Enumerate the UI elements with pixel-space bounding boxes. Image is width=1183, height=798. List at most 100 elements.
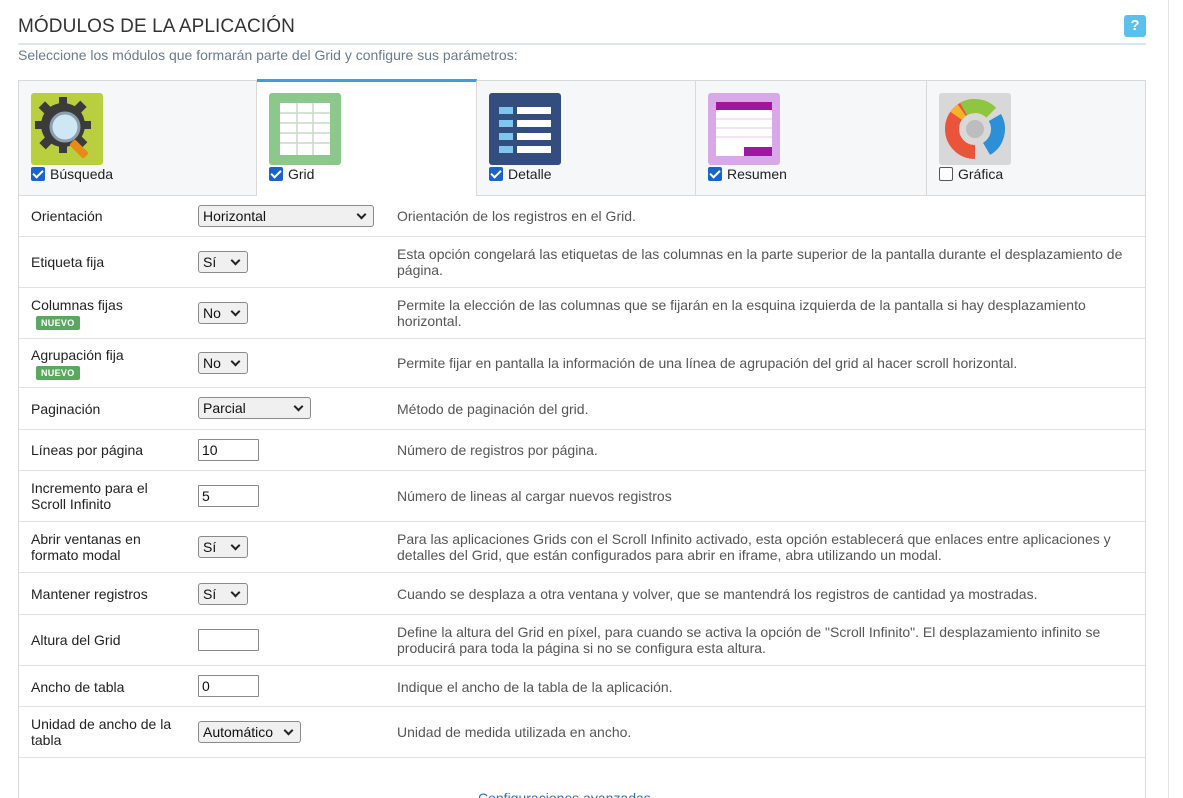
setting-description: Cuando se desplaza a otra ventana y volv…: [397, 586, 1038, 602]
lines-per-page-input[interactable]: 10: [198, 439, 259, 461]
chevron-down-icon: [230, 540, 241, 550]
fixed-label-select[interactable]: Sí: [198, 251, 248, 273]
setting-description: Para las aplicaciones Grids con el Scrol…: [397, 531, 1111, 563]
setting-description: Número de registros por página.: [397, 442, 598, 458]
module-tabs: Búsqueda Grid Detalle Resumen Gráfica: [18, 79, 1146, 196]
table-row: Ancho de tabla 0 Indique el ancho de la …: [19, 666, 1145, 707]
new-badge: NUEVO: [36, 316, 80, 330]
chevron-down-icon: [230, 356, 241, 366]
select-value: Parcial: [203, 400, 246, 416]
select-value: Automático: [203, 724, 274, 740]
setting-label: Etiqueta fija: [31, 254, 105, 270]
table-row: Agrupación fija NUEVO No Permite fijar e…: [19, 339, 1145, 388]
table-row: Etiqueta fija Sí Esta opción congelará l…: [19, 237, 1145, 288]
grid-height-input[interactable]: [198, 629, 259, 651]
setting-description: Indique el ancho de la tabla de la aplic…: [397, 679, 673, 695]
chevron-down-icon: [293, 401, 304, 411]
setting-description: Orientación de los registros en el Grid.: [397, 208, 636, 224]
tab-busqueda-label[interactable]: Búsqueda: [31, 166, 113, 182]
infinite-scroll-increment-input[interactable]: 5: [198, 485, 259, 507]
new-badge: NUEVO: [36, 366, 80, 380]
table-row: Líneas por página 10 Número de registros…: [19, 430, 1145, 471]
fixed-grouping-select[interactable]: No: [198, 352, 248, 374]
resumen-label-text: Resumen: [727, 166, 787, 182]
summary-table-icon: [708, 93, 780, 165]
table-row: Orientación Horizontal Orientación de lo…: [19, 196, 1145, 237]
resumen-checkbox[interactable]: [708, 167, 722, 181]
tab-resumen[interactable]: Resumen: [696, 81, 927, 196]
chevron-down-icon: [230, 306, 241, 316]
magnifier-gear-icon: [31, 93, 103, 165]
table-row: Columnas fijas NUEVO No Permite la elecc…: [19, 288, 1145, 339]
select-value: Sí: [203, 586, 217, 602]
modules-page: MÓDULOS DE LA APLICACIÓN ? Seleccione lo…: [18, 0, 1146, 798]
orientation-select[interactable]: Horizontal: [198, 205, 374, 227]
detalle-checkbox[interactable]: [489, 167, 503, 181]
setting-label: Columnas fijas NUEVO: [31, 297, 181, 330]
setting-label: Incremento para el Scroll Infinito: [31, 480, 148, 512]
chevron-down-icon: [283, 725, 294, 735]
tab-grafica[interactable]: Gráfica: [927, 81, 1145, 196]
chevron-down-icon: [230, 587, 241, 597]
tab-grid[interactable]: Grid: [257, 79, 477, 196]
setting-label: Mantener registros: [31, 586, 148, 602]
setting-label: Ancho de tabla: [31, 679, 125, 695]
table-row: Mantener registros Sí Cuando se desplaza…: [19, 573, 1145, 615]
tab-busqueda[interactable]: Búsqueda: [19, 81, 257, 196]
section-header: MÓDULOS DE LA APLICACIÓN ?: [18, 0, 1146, 45]
fixed-columns-select[interactable]: No: [198, 302, 248, 324]
advanced-settings-link[interactable]: Configuraciones avanzadas: [478, 790, 651, 798]
setting-description: Define la altura del Grid en píxel, para…: [397, 624, 1101, 656]
page-title: MÓDULOS DE LA APLICACIÓN: [18, 16, 295, 37]
setting-label: Líneas por página: [31, 442, 144, 458]
setting-label: Agrupación fija NUEVO: [31, 347, 181, 380]
setting-label-text: Agrupación fija: [31, 347, 124, 363]
select-value: Sí: [203, 539, 217, 555]
tab-detalle-label[interactable]: Detalle: [489, 166, 552, 182]
grid-settings-table: Orientación Horizontal Orientación de lo…: [18, 195, 1146, 798]
keep-records-select[interactable]: Sí: [198, 583, 248, 605]
page-scrollbar[interactable]: [1168, 0, 1183, 798]
page-subtitle: Seleccione los módulos que formarán part…: [18, 47, 518, 63]
table-row: Abrir ventanas en formato modal Sí Para …: [19, 522, 1145, 573]
setting-description: Método de paginación del grid.: [397, 401, 589, 417]
tab-grid-label[interactable]: Grid: [269, 166, 314, 182]
busqueda-label-text: Búsqueda: [50, 166, 114, 182]
help-button[interactable]: ?: [1124, 15, 1146, 37]
select-value: No: [203, 305, 221, 321]
setting-label: Abrir ventanas en formato modal: [31, 531, 141, 563]
detail-list-icon: [489, 93, 561, 165]
setting-description: Permite la elección de las columnas que …: [397, 297, 1086, 329]
setting-label: Paginación: [31, 401, 101, 417]
setting-label-text: Columnas fijas: [31, 297, 123, 313]
table-width-input[interactable]: 0: [198, 675, 259, 697]
setting-description: Permite fijar en pantalla la información…: [397, 355, 1018, 371]
setting-label: Unidad de ancho de la tabla: [31, 716, 172, 748]
chevron-down-icon: [230, 255, 241, 265]
table-row: Unidad de ancho de la tabla Automático U…: [19, 707, 1145, 758]
select-value: Sí: [203, 254, 217, 270]
pagination-select[interactable]: Parcial: [198, 397, 311, 419]
modal-windows-select[interactable]: Sí: [198, 536, 248, 558]
setting-description: Unidad de medida utilizada en ancho.: [397, 724, 632, 740]
detalle-label-text: Detalle: [508, 166, 552, 182]
width-unit-select[interactable]: Automático: [198, 721, 301, 743]
grid-label-text: Grid: [288, 166, 315, 182]
select-value: No: [203, 355, 221, 371]
table-row: Incremento para el Scroll Infinito 5 Núm…: [19, 471, 1145, 522]
table-row: Altura del Grid Define la altura del Gri…: [19, 615, 1145, 666]
tab-resumen-label[interactable]: Resumen: [708, 166, 787, 182]
setting-description: Esta opción congelará las etiquetas de l…: [397, 246, 1123, 278]
busqueda-checkbox[interactable]: [31, 167, 45, 181]
donut-chart-icon: [939, 93, 1011, 165]
setting-label: Altura del Grid: [31, 632, 121, 648]
tab-detalle[interactable]: Detalle: [477, 81, 696, 196]
grid-checkbox[interactable]: [269, 167, 283, 181]
tab-grafica-label[interactable]: Gráfica: [939, 166, 1003, 182]
chevron-down-icon: [356, 209, 367, 219]
grafica-checkbox[interactable]: [939, 167, 953, 181]
select-value: Horizontal: [203, 208, 267, 224]
setting-label: Orientación: [31, 208, 103, 224]
setting-description: Número de lineas al cargar nuevos regist…: [397, 488, 672, 504]
table-row: Paginación Parcial Método de paginación …: [19, 388, 1145, 430]
